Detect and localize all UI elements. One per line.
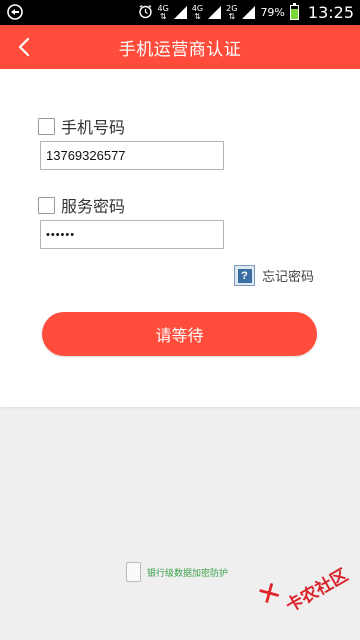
- signal-icon: [208, 6, 222, 19]
- submit-button[interactable]: 请等待: [42, 312, 317, 356]
- watermark-logo: 卡农社区: [258, 560, 358, 620]
- phone-checkbox[interactable]: [38, 117, 55, 135]
- network-type-3: 2G ⇅: [226, 3, 238, 21]
- shield-icon: [126, 562, 141, 582]
- phone-input[interactable]: 13769326577: [40, 141, 224, 170]
- clock: 13:25: [307, 3, 354, 22]
- app-header: 手机运营商认证: [0, 25, 360, 69]
- battery-percent: 79%: [260, 6, 285, 19]
- alarm-icon: [138, 4, 153, 22]
- security-notice: 银行级数据加密防护: [126, 562, 228, 582]
- battery-level: [290, 8, 298, 19]
- battery-icon: [289, 3, 299, 20]
- password-row: 服务密码: [38, 193, 125, 217]
- chevron-left-icon: [18, 37, 30, 57]
- phone-row: 手机号码: [38, 114, 125, 138]
- forgot-password-link[interactable]: ? 忘记密码: [234, 265, 314, 286]
- forgot-password-label: 忘记密码: [262, 270, 315, 285]
- password-input[interactable]: ••••••: [40, 220, 224, 249]
- network-type-2: 4G ⇅: [191, 3, 204, 21]
- page-title: 手机运营商认证: [118, 39, 242, 60]
- svg-text:卡农社区: 卡农社区: [282, 565, 351, 617]
- network-type-1: 4G ⇅: [157, 3, 169, 21]
- help-icon: ?: [234, 265, 255, 286]
- notification-icon: [6, 3, 26, 21]
- password-label: 服务密码: [61, 197, 126, 216]
- phone-label: 手机号码: [61, 118, 126, 137]
- password-checkbox[interactable]: [38, 196, 55, 214]
- signal-icon: [173, 6, 187, 19]
- auth-form-card: 手机号码 13769326577 服务密码 •••••• ? 忘记密码 请等待: [0, 69, 360, 407]
- status-bar: 4G ⇅ 4G ⇅ 2G ⇅ 79% 13:25: [0, 0, 360, 25]
- back-button[interactable]: [10, 33, 38, 61]
- security-text: 银行级数据加密防护: [147, 568, 229, 579]
- signal-icon: [242, 6, 256, 19]
